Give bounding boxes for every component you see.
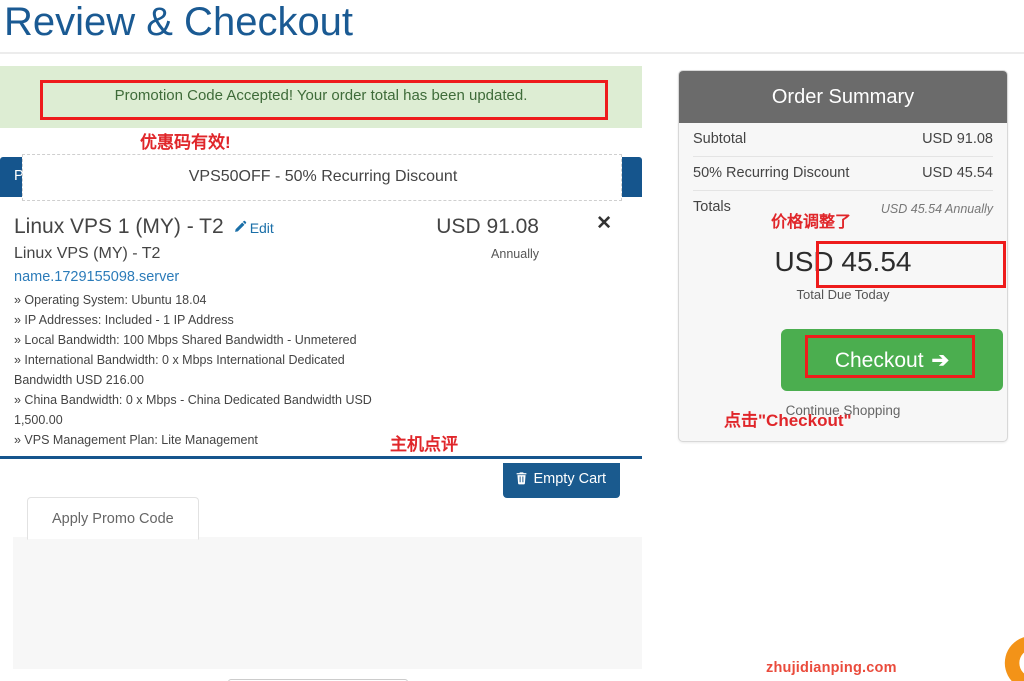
applied-promo-code: VPS50OFF - 50% Recurring Discount xyxy=(188,168,458,185)
summary-row: 50% Recurring Discount USD 45.54 xyxy=(693,157,993,191)
summary-row-value: USD 45.54 Annually xyxy=(880,202,993,216)
summary-row-label: Totals xyxy=(693,199,731,215)
order-summary-rows: Subtotal USD 91.08 50% Recurring Discoun… xyxy=(679,123,1007,224)
summary-row: Subtotal USD 91.08 xyxy=(693,123,993,157)
pencil-icon xyxy=(233,220,247,237)
summary-row-value: USD 45.54 xyxy=(922,165,993,181)
summary-row-value: USD 91.08 xyxy=(922,131,993,147)
edit-item-link[interactable]: Edit xyxy=(233,220,274,236)
title-divider xyxy=(0,52,1024,54)
cart-item-domain: name.1729155098.server xyxy=(14,269,180,285)
continue-shopping-link[interactable]: Continue Shopping xyxy=(679,403,1007,418)
promo-panel xyxy=(13,537,642,669)
watermark-text: zhujidianping.com xyxy=(766,660,897,676)
cart-item-options: » Operating System: Ubuntu 18.04 » IP Ad… xyxy=(14,290,394,450)
cart-item-option: » International Bandwidth: 0 x Mbps Inte… xyxy=(14,353,345,387)
promo-success-alert: Promotion Code Accepted! Your order tota… xyxy=(0,66,642,128)
empty-cart-label: Empty Cart xyxy=(533,471,606,487)
trash-icon xyxy=(515,471,528,489)
summary-row-label: Subtotal xyxy=(693,131,747,147)
cart-item-option: » China Bandwidth: 0 x Mbps - China Dedi… xyxy=(14,393,372,427)
cart-item-option: » VPS Management Plan: Lite Management xyxy=(14,433,258,447)
empty-cart-button[interactable]: Empty Cart xyxy=(503,463,620,498)
checkout-label: Checkout xyxy=(834,348,924,372)
promo-success-message: Promotion Code Accepted! Your order tota… xyxy=(114,87,528,104)
checkout-page: Review & Checkout Promotion Code Accepte… xyxy=(0,0,1024,681)
cart-item-subtitle: Linux VPS (MY) - T2 xyxy=(14,245,161,262)
cart-item-option: » IP Addresses: Included - 1 IP Address xyxy=(14,313,234,327)
arrow-right-icon: ➔ xyxy=(931,348,950,372)
cart-item-name: Linux VPS 1 (MY) - T2 xyxy=(14,215,224,238)
watermark-logo-icon xyxy=(984,628,1024,681)
order-summary-heading: Order Summary xyxy=(679,71,1007,123)
remove-item-icon[interactable]: ✕ xyxy=(596,214,612,234)
page-title: Review & Checkout xyxy=(4,0,354,44)
edit-item-label: Edit xyxy=(249,220,274,236)
cart-item-name-wrap: Linux VPS 1 (MY) - T2 Edit xyxy=(14,215,274,239)
summary-row: Totals USD 45.54 Annually xyxy=(693,191,993,224)
cart-item-cycle: Annually xyxy=(491,247,539,261)
cart-item-row: Linux VPS 1 (MY) - T2 Edit Linux VPS (MY)… xyxy=(0,197,642,459)
cart-item-option: » Local Bandwidth: 100 Mbps Shared Bandw… xyxy=(14,333,357,347)
applied-promo-box: VPS50OFF - 50% Recurring Discount xyxy=(22,154,622,201)
checkout-button[interactable]: Checkout ➔ xyxy=(781,329,1003,391)
tab-apply-promo-code[interactable]: Apply Promo Code xyxy=(27,497,199,540)
total-due-amount: USD 45.54 xyxy=(774,246,912,277)
order-summary-card: Order Summary Subtotal USD 91.08 50% Rec… xyxy=(678,70,1008,442)
cart-item-option: » Operating System: Ubuntu 18.04 xyxy=(14,293,207,307)
annotation-promo-accepted: 优惠码有效! xyxy=(140,133,231,152)
cart-item-price: USD 91.08 xyxy=(436,215,539,238)
summary-row-label: 50% Recurring Discount xyxy=(693,165,850,181)
total-due-caption: Total Due Today xyxy=(796,287,890,302)
